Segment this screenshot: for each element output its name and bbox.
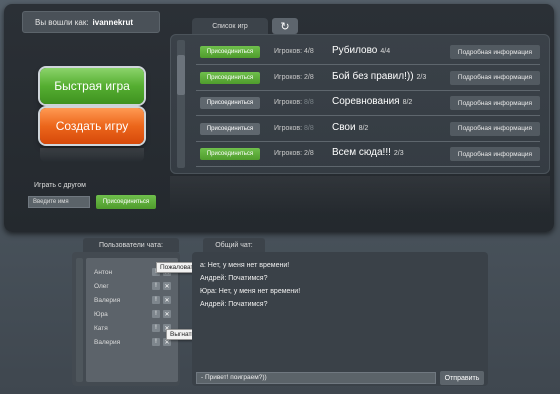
players-label: Игроков: [274,73,303,81]
chat-message: Андрей: Початимся? [200,275,268,282]
game-name: Свои 8/2 [332,122,368,133]
players-value: 4/8 [304,48,314,55]
game-name: Бой без правил!)) 2/3 [332,71,426,82]
chat-message: Юра: Нет, у меня нет времени! [200,288,301,295]
game-title: Соревнования [332,96,400,107]
players-value: 2/8 [304,150,314,157]
chat-user-name: Валерия [94,297,121,304]
chat-panel [192,252,488,386]
players-value: 8/8 [304,99,314,106]
players-label: Игроков: [274,124,303,132]
game-row: Присоединиться Игроков: 8/8 Свои 8/2 Подробн… [196,117,540,142]
info-icon[interactable]: ! [152,324,160,332]
panel-reflection [170,176,550,214]
players-count: Игроков: 4/8 [274,48,314,55]
chat-input[interactable]: - Привет! поиграем?)) [196,372,436,384]
create-game-button[interactable]: Создать игру [40,108,144,144]
chat-message: а: Нет, у меня нет времени! [200,262,290,269]
game-row: Присоединиться Игроков: 8/8 Соревнования 8/… [196,91,540,116]
chat-user-item[interactable]: Юра! ✕ [92,308,176,321]
game-name: Соревнования 8/2 [332,96,412,107]
login-label: Вы вошли как: [35,17,89,27]
players-count: Игроков: 8/8 [274,125,314,132]
username: ivannekrut [92,17,134,27]
refresh-button[interactable]: ↻ [272,18,298,34]
players-label: Игроков: [274,99,303,106]
refresh-icon: ↻ [280,20,290,33]
chat-user-item[interactable]: Олег! ✕ [92,280,176,293]
play-with-friend-label: Играть с другом [34,182,86,189]
players-count: Игроков: 2/8 [274,150,314,157]
players-label: Игроков: [274,48,303,55]
join-game-button[interactable]: Присоединиться [200,97,260,109]
quick-game-button[interactable]: Быстрая игра [40,68,144,104]
login-status: Вы вошли как: ivannekrut [22,11,160,33]
friend-name-input[interactable]: Введите имя [28,196,90,208]
game-slots: 2/3 [416,73,427,81]
game-row: Присоединиться Игроков: 2/8 Бой без правил… [196,66,540,91]
players-count: Игроков: 2/8 [274,74,314,81]
close-icon[interactable]: ✕ [163,296,171,304]
game-slots: 4/4 [380,48,391,55]
close-icon[interactable]: ✕ [163,282,171,290]
players-value: 8/8 [304,124,314,132]
join-friend-button[interactable]: Присоединиться [96,195,156,209]
chat-user-name: Юра [94,311,108,318]
chat-user-name: Олег [94,283,109,290]
chat-user-item[interactable]: Валерия! ✕ [92,336,176,349]
join-game-button[interactable]: Присоединиться [200,71,260,84]
details-button[interactable]: Подробная информация [450,147,540,161]
info-icon[interactable]: ! [152,296,160,304]
chat-user-name: Катя [94,325,108,332]
chat-user-item[interactable]: Валерия! ✕ [92,294,176,307]
chat-message: Андрей: Початимся? [200,301,268,308]
game-title: Свои [332,121,356,133]
join-game-button[interactable]: Присоединиться [200,122,260,135]
tab-games-list[interactable]: Список игр [192,18,268,34]
details-button[interactable]: Подробная информация [450,45,540,59]
game-slots: 2/3 [393,150,404,157]
games-scrollbar-thumb[interactable] [177,55,185,95]
chat-user-name: Валерия [94,339,121,346]
info-icon[interactable]: ! [152,282,160,290]
button-reflection [40,148,144,162]
join-game-button[interactable]: Присоединиться [200,148,260,160]
tab-general-chat[interactable]: Общий чат: [203,238,265,252]
chat-user-name: Антон [94,269,113,276]
details-button[interactable]: Подробная информация [450,70,540,85]
users-scrollbar[interactable] [76,258,83,382]
game-slots: 8/2 [358,124,369,132]
details-button[interactable]: Подробная информация [450,96,540,110]
tab-chat-users[interactable]: Пользователи чата: [83,238,179,252]
chat-user-item[interactable]: Катя!✕ [92,322,176,335]
game-row: Присоединиться Игроков: 2/8 Всем сюда!!! 2/… [196,142,540,167]
players-label: Игроков: [274,150,303,157]
game-title: Рубилово [332,45,378,56]
send-button[interactable]: Отправить [440,371,484,385]
game-slots: 8/2 [402,99,413,106]
game-name: Всем сюда!!! 2/3 [332,147,404,158]
info-icon[interactable]: ! [152,310,160,318]
game-title: Всем сюда!!! [332,147,391,158]
info-icon[interactable]: ! [152,338,160,346]
players-count: Игроков: 8/8 [274,99,314,106]
players-value: 2/8 [304,73,314,81]
game-name: Рубилово 4/4 [332,45,390,56]
game-row: Присоединиться Игроков: 4/8 Рубилово 4/4 Под… [196,40,540,65]
details-button[interactable]: Подробная информация [450,121,540,136]
game-title: Бой без правил!)) [332,70,414,82]
join-game-button[interactable]: Присоединиться [200,46,260,58]
close-icon[interactable]: ✕ [163,310,171,318]
